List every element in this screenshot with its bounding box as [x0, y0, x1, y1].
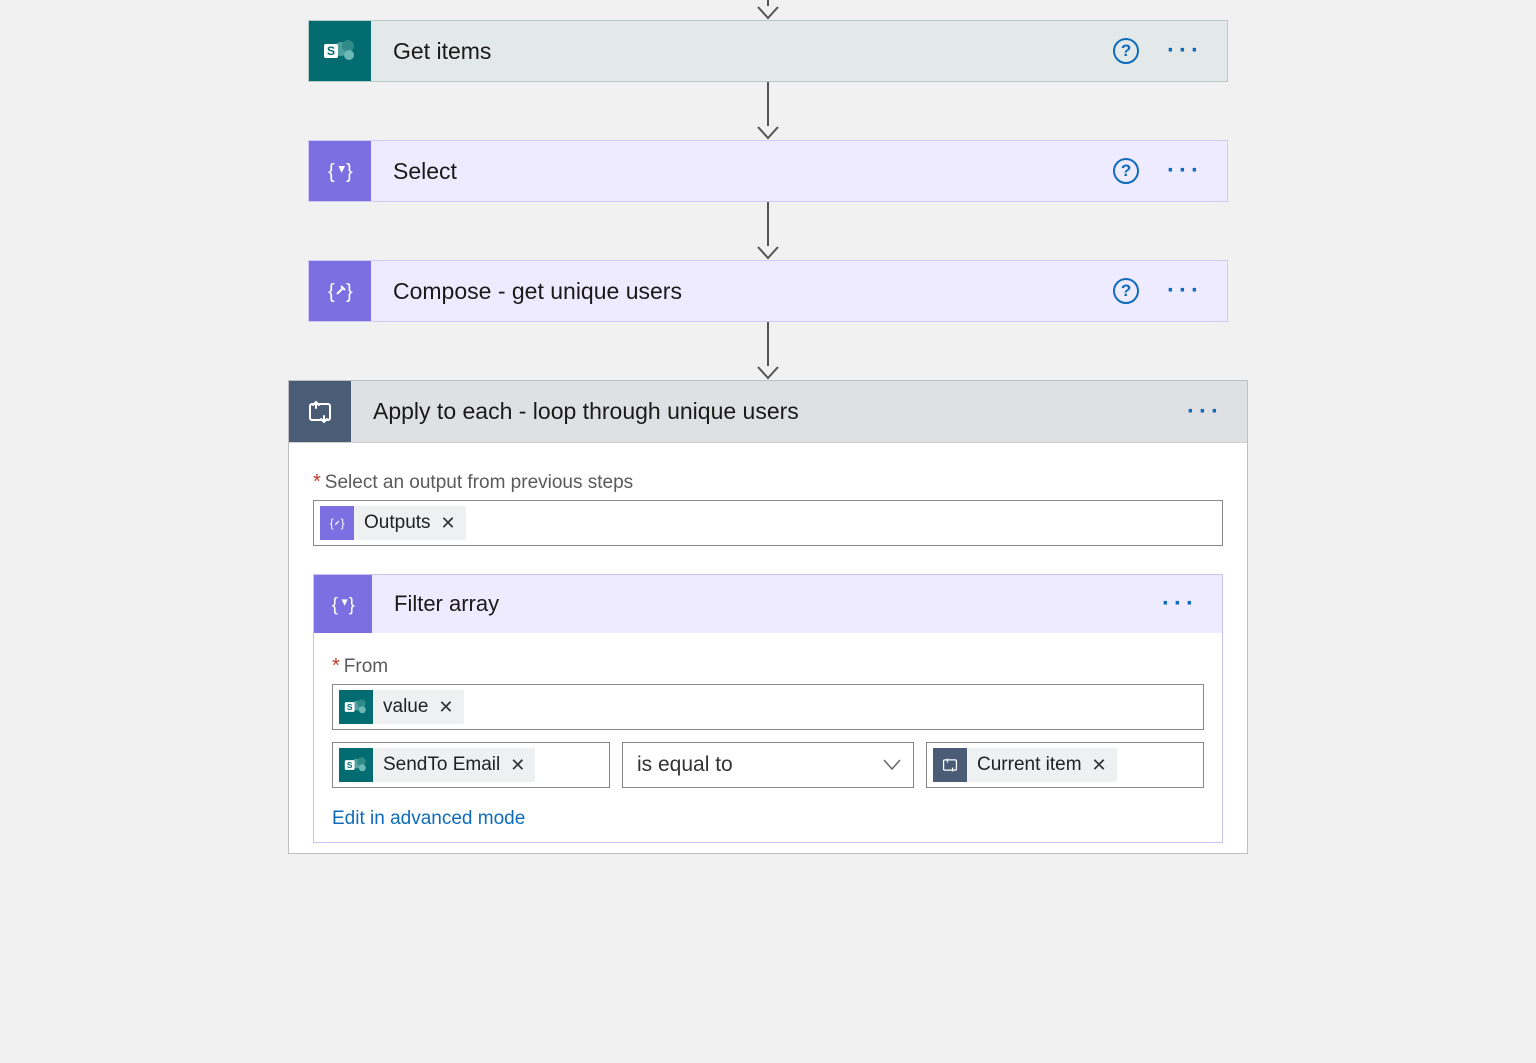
filter-array-header[interactable]: {} Filter array ···	[314, 575, 1222, 633]
connector-arrow	[757, 82, 779, 140]
action-apply-to-each: Apply to each - loop through unique user…	[288, 380, 1248, 854]
loop-chip-icon	[933, 748, 967, 782]
action-get-items[interactable]: S Get items ? ···	[308, 20, 1228, 82]
svg-text:{: {	[328, 281, 335, 303]
operator-select[interactable]: is equal to	[622, 742, 914, 788]
condition-right-input[interactable]: Current item ✕	[926, 742, 1204, 788]
required-asterisk: *	[313, 471, 321, 494]
ellipsis-icon[interactable]: ···	[1167, 39, 1203, 63]
action-filter-array: {} Filter array ··· * From	[313, 574, 1223, 843]
remove-token-icon[interactable]: ✕	[1092, 755, 1107, 776]
svg-text:}: }	[346, 281, 353, 303]
field-label: From	[344, 656, 388, 678]
apply-to-each-header[interactable]: Apply to each - loop through unique user…	[289, 381, 1247, 443]
svg-text:}: }	[341, 516, 345, 530]
from-input[interactable]: S value ✕	[332, 684, 1204, 730]
svg-text:{: {	[332, 594, 338, 615]
remove-token-icon[interactable]: ✕	[438, 697, 453, 718]
token-outputs[interactable]: {} Outputs ✕	[320, 506, 466, 540]
action-title: Select	[371, 158, 1113, 185]
help-icon[interactable]: ?	[1113, 158, 1139, 184]
svg-text:{: {	[328, 161, 335, 183]
ellipsis-icon[interactable]: ···	[1187, 400, 1223, 424]
connector-arrow-in	[757, 0, 779, 20]
token-label: SendTo Email	[383, 754, 500, 776]
data-operation-compose-icon: {}	[309, 261, 371, 321]
sharepoint-chip-icon: S	[339, 748, 373, 782]
ellipsis-icon[interactable]: ···	[1162, 592, 1198, 616]
remove-token-icon[interactable]: ✕	[441, 513, 456, 534]
token-label: Outputs	[364, 512, 431, 534]
token-label: value	[383, 696, 428, 718]
help-icon[interactable]: ?	[1113, 278, 1139, 304]
token-value[interactable]: S value ✕	[339, 690, 464, 724]
action-select[interactable]: {} Select ? ···	[308, 140, 1228, 202]
required-asterisk: *	[332, 655, 340, 678]
action-title: Apply to each - loop through unique user…	[351, 398, 1187, 425]
compose-chip-icon: {}	[320, 506, 354, 540]
token-sendto-email[interactable]: S SendTo Email ✕	[339, 748, 535, 782]
action-compose[interactable]: {} Compose - get unique users ? ···	[308, 260, 1228, 322]
field-label: Select an output from previous steps	[325, 472, 633, 494]
condition-left-input[interactable]: S SendTo Email ✕	[332, 742, 610, 788]
output-input[interactable]: {} Outputs ✕	[313, 500, 1223, 546]
ellipsis-icon[interactable]: ···	[1167, 159, 1203, 183]
data-operation-select-icon: {}	[309, 141, 371, 201]
svg-text:{: {	[330, 516, 334, 530]
action-title: Get items	[371, 38, 1113, 65]
loop-icon	[289, 381, 351, 442]
svg-text:}: }	[346, 161, 353, 183]
sharepoint-icon: S	[309, 21, 371, 81]
token-label: Current item	[977, 754, 1082, 776]
operator-value: is equal to	[637, 753, 733, 777]
advanced-mode-link[interactable]: Edit in advanced mode	[332, 808, 525, 830]
data-operation-filter-icon: {}	[314, 575, 372, 633]
svg-text:}: }	[349, 594, 355, 615]
help-icon[interactable]: ?	[1113, 38, 1139, 64]
chevron-down-icon	[883, 753, 901, 777]
connector-arrow	[757, 202, 779, 260]
token-current-item[interactable]: Current item ✕	[933, 748, 1117, 782]
ellipsis-icon[interactable]: ···	[1167, 279, 1203, 303]
action-title: Compose - get unique users	[371, 278, 1113, 305]
action-title: Filter array	[372, 591, 1162, 617]
remove-token-icon[interactable]: ✕	[510, 755, 525, 776]
connector-arrow	[757, 322, 779, 380]
sharepoint-chip-icon: S	[339, 690, 373, 724]
